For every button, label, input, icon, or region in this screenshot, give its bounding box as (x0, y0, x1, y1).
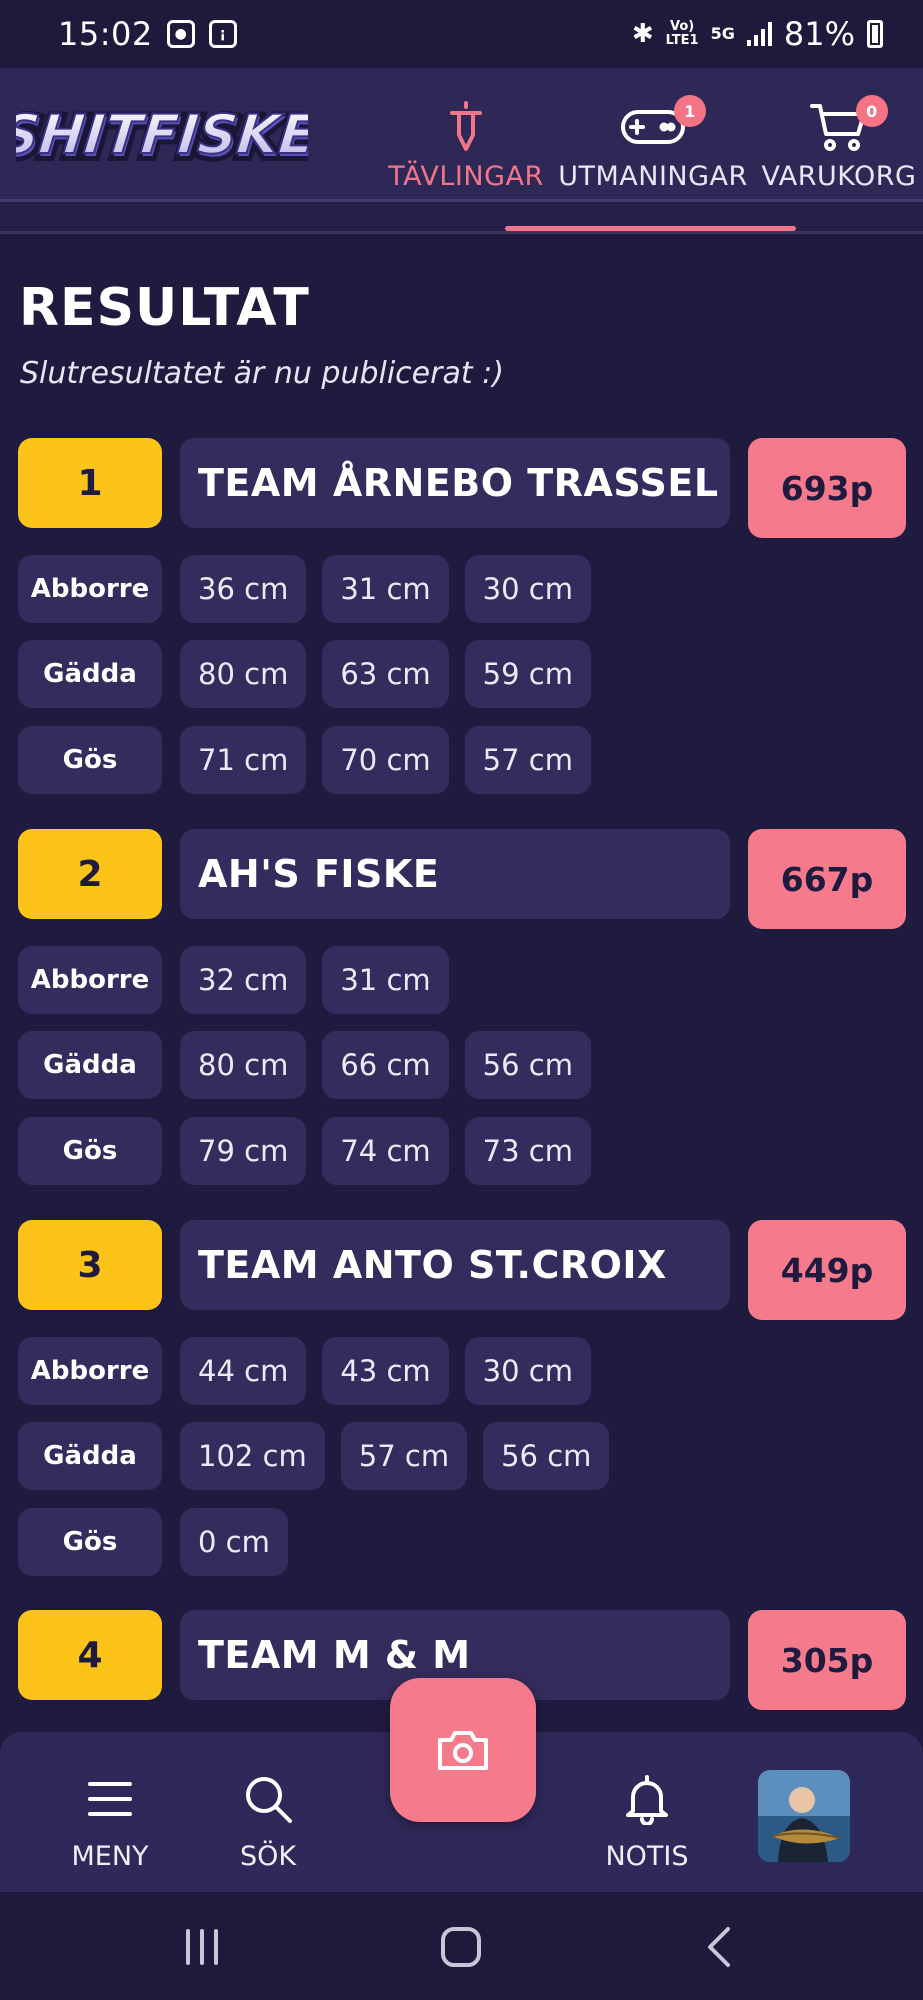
5g-indicator: 5G (710, 24, 735, 43)
species-row-gadda: Gädda 80 cm 63 cm 59 cm (18, 640, 607, 708)
species-label: Gös (18, 1117, 162, 1185)
species-label: Abborre (18, 946, 162, 1014)
catch-length: 66 cm (322, 1031, 449, 1099)
species-label: Gös (18, 726, 162, 794)
catch-length: 30 cm (464, 555, 591, 623)
battery-percent: 81% (783, 15, 855, 53)
catch-length: 80 cm (180, 640, 307, 708)
catch-length: 43 cm (322, 1337, 449, 1405)
catch-length: 36 cm (180, 555, 307, 623)
hamburger-icon (87, 1769, 133, 1829)
catch-length: 74 cm (322, 1117, 449, 1185)
nav-tavlingar-label: TÄVLINGAR (388, 161, 544, 192)
search-label: SÖK (239, 1841, 297, 1872)
team-name[interactable]: TEAM ANTO ST.CROIX (180, 1220, 730, 1310)
cart-badge: 0 (856, 95, 888, 127)
utmaningar-badge: 1 (674, 95, 706, 127)
catch-length: 56 cm (483, 1422, 610, 1490)
species-label: Gös (18, 1508, 162, 1576)
bell-icon (624, 1769, 670, 1829)
app-header: SHITFISKE SHITFISKE TÄVLINGAR 1 UTMANING… (0, 68, 923, 202)
catch-length: 30 cm (464, 1337, 591, 1405)
catch-length: 71 cm (180, 726, 307, 794)
active-tab-indicator (505, 226, 796, 231)
catch-length: 102 cm (180, 1422, 325, 1490)
search-icon (242, 1769, 294, 1829)
species-row-abborre: Abborre 44 cm 43 cm 30 cm (18, 1337, 607, 1405)
rank-badge: 4 (18, 1610, 162, 1700)
catch-length: 79 cm (180, 1117, 307, 1185)
catch-length: 32 cm (180, 946, 307, 1014)
sword-icon (446, 101, 486, 153)
team-name[interactable]: TEAM ÅRNEBO TRASSEL (180, 438, 730, 528)
camera-icon (438, 1731, 488, 1770)
home-icon[interactable] (440, 1926, 482, 1968)
status-time: 15:02 (58, 15, 153, 53)
nav-tavlingar[interactable]: TÄVLINGAR (388, 88, 543, 192)
rank-badge: 3 (18, 1220, 162, 1310)
nav-varukorg-label: VARUKORG (761, 161, 917, 192)
battery-icon (867, 20, 883, 48)
rank-badge: 1 (18, 438, 162, 528)
catch-length: 57 cm (340, 1422, 468, 1490)
system-nav-bar (0, 1892, 923, 2000)
volte-indicator: Vo) LTE1 (665, 19, 699, 48)
catch-length: 31 cm (322, 555, 449, 623)
catch-length: 73 cm (464, 1117, 591, 1185)
species-row-abborre: Abborre 32 cm 31 cm (18, 946, 465, 1014)
species-row-gadda: Gädda 80 cm 66 cm 56 cm (18, 1031, 607, 1099)
species-row-abborre: Abborre 36 cm 31 cm 30 cm (18, 555, 607, 623)
catch-length: 63 cm (322, 640, 449, 708)
catch-length: 31 cm (322, 946, 449, 1014)
nav-utmaningar-label: UTMANINGAR (558, 161, 748, 192)
page-title: RESULTAT (19, 278, 310, 338)
team-score: 667p (748, 829, 906, 929)
catch-length: 0 cm (180, 1508, 288, 1576)
search-button[interactable]: SÖK (193, 1760, 343, 1872)
page-subtitle: Slutresultatet är nu publicerat :) (20, 356, 504, 391)
media-notification-icon: ● (166, 20, 195, 48)
notification-label: NOTIS (605, 1841, 689, 1872)
species-row-gos: Gös 71 cm 70 cm 57 cm (18, 726, 607, 794)
gamepad-icon: 1 (620, 95, 706, 153)
nav-utmaningar[interactable]: 1 UTMANINGAR (558, 88, 747, 192)
species-row-gos: Gös 79 cm 74 cm 73 cm (18, 1117, 607, 1185)
species-row-gos: Gös 0 cm (18, 1508, 304, 1576)
cart-icon: 0 (810, 95, 888, 153)
status-bar: 15:02 ● ¡ ✱ Vo) LTE1 5G 81% (0, 0, 923, 68)
back-icon[interactable] (706, 1926, 732, 1968)
svg-text:SHITFISKE: SHITFISKE (16, 103, 308, 166)
species-row-gadda: Gädda 102 cm 57 cm 56 cm (18, 1422, 625, 1490)
team-score: 693p (748, 438, 906, 538)
app-notification-icon: ¡ (208, 20, 237, 48)
menu-button[interactable]: MENY (35, 1760, 185, 1872)
camera-button[interactable] (390, 1678, 536, 1822)
catch-length: 80 cm (180, 1031, 307, 1099)
notification-button[interactable]: NOTIS (572, 1760, 722, 1872)
species-label: Gädda (18, 1422, 162, 1490)
catch-length: 56 cm (464, 1031, 591, 1099)
recent-apps-icon[interactable] (182, 1928, 222, 1966)
nav-varukorg[interactable]: 0 VARUKORG (762, 88, 916, 192)
species-label: Gädda (18, 1031, 162, 1099)
rank-badge: 2 (18, 829, 162, 919)
menu-label: MENY (71, 1841, 149, 1872)
catch-length: 44 cm (180, 1337, 307, 1405)
catch-length: 70 cm (322, 726, 449, 794)
species-label: Abborre (18, 555, 162, 623)
team-score: 449p (748, 1220, 906, 1320)
team-score: 305p (748, 1610, 906, 1710)
signal-icon (746, 22, 772, 46)
profile-avatar[interactable] (758, 1770, 850, 1862)
shitfiske-logo[interactable]: SHITFISKE SHITFISKE (0, 98, 326, 174)
species-label: Abborre (18, 1337, 162, 1405)
bluetooth-icon: ✱ (631, 19, 654, 49)
catch-length: 57 cm (464, 726, 591, 794)
team-name[interactable]: AH'S FISKE (180, 829, 730, 919)
species-label: Gädda (18, 640, 162, 708)
catch-length: 59 cm (464, 640, 591, 708)
